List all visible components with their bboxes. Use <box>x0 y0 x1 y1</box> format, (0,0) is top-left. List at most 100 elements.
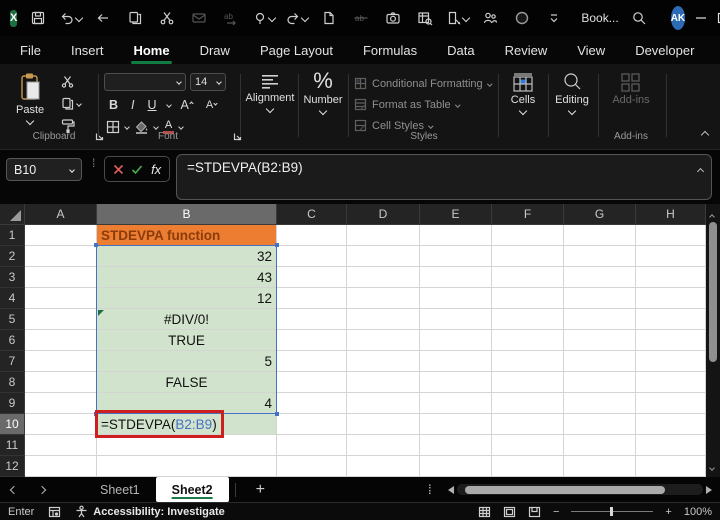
cell-E7[interactable] <box>420 351 492 372</box>
row-header-5[interactable]: 5 <box>0 309 25 330</box>
cell-C3[interactable] <box>277 267 347 288</box>
prev-sheet-icon[interactable] <box>0 487 28 493</box>
column-header-H[interactable]: H <box>636 204 706 225</box>
cell-G2[interactable] <box>564 246 636 267</box>
cell-C9[interactable] <box>277 393 347 414</box>
macro-record-icon[interactable] <box>48 506 61 518</box>
cell-H8[interactable] <box>636 372 706 393</box>
tab-home[interactable]: Home <box>131 39 171 62</box>
cell-H2[interactable] <box>636 246 706 267</box>
cell-A11[interactable] <box>25 435 97 456</box>
row-header-1[interactable]: 1 <box>0 225 25 246</box>
back-icon[interactable] <box>92 7 114 29</box>
select-all-corner[interactable] <box>0 204 25 225</box>
cell-F4[interactable] <box>492 288 564 309</box>
cell-A10[interactable] <box>25 414 97 435</box>
italic-button[interactable]: I <box>128 98 137 112</box>
cell-D7[interactable] <box>347 351 420 372</box>
cell-B1[interactable]: STDEVPA function <box>97 225 277 246</box>
table-search-icon[interactable] <box>414 7 436 29</box>
cell-C6[interactable] <box>277 330 347 351</box>
zoom-slider-thumb[interactable] <box>610 507 613 516</box>
tab-view[interactable]: View <box>575 39 607 62</box>
cell-E3[interactable] <box>420 267 492 288</box>
new-file-icon[interactable] <box>318 7 340 29</box>
tab-page-layout[interactable]: Page Layout <box>258 39 335 62</box>
tab-formulas[interactable]: Formulas <box>361 39 419 62</box>
vertical-scrollbar[interactable] <box>706 204 720 477</box>
touch-mode-dropdown-icon[interactable] <box>268 14 276 22</box>
cell-D9[interactable] <box>347 393 420 414</box>
record-icon[interactable] <box>511 7 533 29</box>
cell-F10[interactable] <box>492 414 564 435</box>
bold-button[interactable]: B <box>106 98 121 112</box>
cell-B7[interactable]: 5 <box>97 351 277 372</box>
cell-F11[interactable] <box>492 435 564 456</box>
cell-B8[interactable]: FALSE <box>97 372 277 393</box>
cell-G11[interactable] <box>564 435 636 456</box>
cell-G10[interactable] <box>564 414 636 435</box>
undo-button[interactable] <box>59 10 82 26</box>
cell-D4[interactable] <box>347 288 420 309</box>
horizontal-scrollbar[interactable] <box>448 483 712 496</box>
sheet-tab-sheet1[interactable]: Sheet1 <box>84 477 156 502</box>
redo-dropdown-icon[interactable] <box>301 14 309 22</box>
cell-F1[interactable] <box>492 225 564 246</box>
cancel-entry-icon[interactable] <box>113 164 124 175</box>
cell-A1[interactable] <box>25 225 97 246</box>
row-header-10[interactable]: 10 <box>0 414 25 435</box>
cell-E11[interactable] <box>420 435 492 456</box>
cell-A5[interactable] <box>25 309 97 330</box>
file-pen-dropdown-icon[interactable] <box>462 14 470 22</box>
sheet-options-icon[interactable]: ⁞ <box>428 482 432 497</box>
cell-C10[interactable] <box>277 414 347 435</box>
cell-G1[interactable] <box>564 225 636 246</box>
format-as-table-button[interactable]: Format as Table <box>354 95 491 114</box>
shrink-font-button[interactable]: A <box>203 99 220 111</box>
cell-G7[interactable] <box>564 351 636 372</box>
cell-G8[interactable] <box>564 372 636 393</box>
grow-font-button[interactable]: A <box>178 98 196 112</box>
cell-F3[interactable] <box>492 267 564 288</box>
cell-G5[interactable] <box>564 309 636 330</box>
scroll-right-icon[interactable] <box>706 486 712 494</box>
alignment-button[interactable]: Alignment <box>244 74 296 112</box>
column-header-F[interactable]: F <box>492 204 564 225</box>
minimize-button[interactable] <box>695 5 707 31</box>
number-button[interactable]: % Number <box>300 70 346 114</box>
cell-D11[interactable] <box>347 435 420 456</box>
formula-input[interactable]: =STDEVPA(B2:B9) <box>176 154 712 200</box>
cell-C5[interactable] <box>277 309 347 330</box>
row-header-2[interactable]: 2 <box>0 246 25 267</box>
cell-D12[interactable] <box>347 456 420 477</box>
cell-H7[interactable] <box>636 351 706 372</box>
cell-H10[interactable] <box>636 414 706 435</box>
next-sheet-icon[interactable] <box>28 487 56 493</box>
cell-B5[interactable]: #DIV/0! <box>97 309 277 330</box>
cell-A8[interactable] <box>25 372 97 393</box>
people-icon[interactable] <box>479 7 501 29</box>
tab-developer[interactable]: Developer <box>633 39 696 62</box>
borders-dropdown-icon[interactable] <box>124 124 130 130</box>
cell-D3[interactable] <box>347 267 420 288</box>
cell-E12[interactable] <box>420 456 492 477</box>
cell-B6[interactable]: TRUE <box>97 330 277 351</box>
cell-H6[interactable] <box>636 330 706 351</box>
cell-C4[interactable] <box>277 288 347 309</box>
cell-E9[interactable] <box>420 393 492 414</box>
camera-icon[interactable] <box>382 7 404 29</box>
cell-E5[interactable] <box>420 309 492 330</box>
redo-button[interactable] <box>285 10 308 26</box>
cell-B4[interactable]: 12 <box>97 288 277 309</box>
tab-data[interactable]: Data <box>445 39 476 62</box>
tab-draw[interactable]: Draw <box>198 39 232 62</box>
new-sheet-button[interactable]: + <box>242 481 279 499</box>
cell-H5[interactable] <box>636 309 706 330</box>
zoom-in-icon[interactable]: + <box>665 506 671 518</box>
cell-D6[interactable] <box>347 330 420 351</box>
cell-F6[interactable] <box>492 330 564 351</box>
column-header-B[interactable]: B <box>97 204 277 225</box>
cells-button[interactable]: Cells <box>502 72 544 114</box>
cell-H1[interactable] <box>636 225 706 246</box>
underline-button[interactable]: U <box>145 98 160 112</box>
